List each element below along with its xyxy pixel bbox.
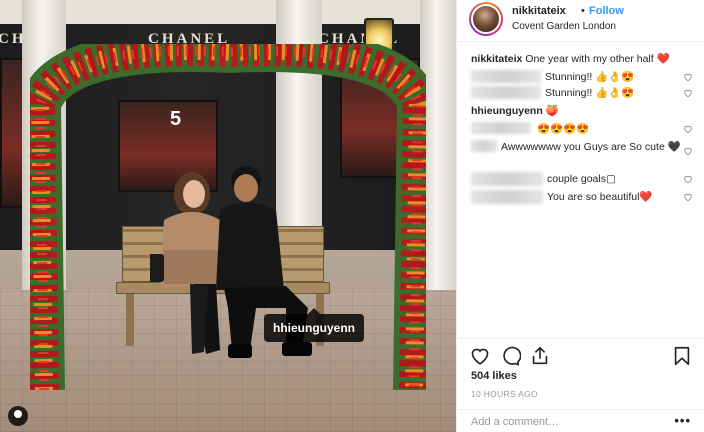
comment-like-icon[interactable] bbox=[683, 72, 693, 82]
floral-arch bbox=[30, 44, 426, 390]
comment-like-icon[interactable] bbox=[683, 174, 693, 184]
heart-icon[interactable] bbox=[469, 345, 491, 367]
redacted-username bbox=[471, 122, 531, 134]
comment-text: You are so beautiful❤️ bbox=[547, 191, 653, 203]
comment-text: Stunning!! 👍👌😍 bbox=[545, 71, 635, 83]
comment-text: 😍😍😍😍 bbox=[537, 123, 590, 135]
header-separator: • bbox=[581, 5, 585, 17]
caption: nikkitateix One year with my other half … bbox=[471, 52, 697, 66]
post-sidebar: nikkitateix • Follow Covent Garden Londo… bbox=[456, 0, 704, 432]
list-item: Awwwwwww you Guys are So cute 🖤 bbox=[471, 138, 697, 172]
share-icon[interactable] bbox=[529, 345, 551, 367]
list-item: Stunning!! 👍👌😍 bbox=[471, 70, 697, 86]
redacted-username bbox=[471, 70, 541, 83]
header-username[interactable]: nikkitateix bbox=[512, 5, 566, 17]
comment-text: Stunning!! 👍👌😍 bbox=[545, 87, 635, 99]
list-item: hhieunguyenn 🍑 bbox=[471, 104, 697, 122]
follow-button[interactable]: Follow bbox=[589, 5, 624, 17]
comment-like-icon[interactable] bbox=[683, 192, 693, 202]
post-timestamp[interactable]: 10 HOURS AGO bbox=[471, 389, 538, 399]
user-tags-icon[interactable] bbox=[8, 406, 28, 426]
add-comment-bar: ••• bbox=[457, 409, 704, 432]
comment-like-icon[interactable] bbox=[683, 88, 693, 98]
location-link[interactable]: Covent Garden London bbox=[512, 21, 616, 32]
list-item: Stunning!! 👍👌😍 bbox=[471, 86, 697, 104]
comment-text: 🍑 bbox=[545, 105, 559, 117]
redacted-username bbox=[471, 140, 497, 152]
caption-text: One year with my other half ❤️ bbox=[525, 53, 670, 65]
more-options-button[interactable]: ••• bbox=[674, 413, 691, 428]
comment-icon[interactable] bbox=[499, 345, 522, 367]
comment-text: Awwwwwww you Guys are So cute 🖤 bbox=[501, 141, 681, 153]
avatar[interactable] bbox=[471, 4, 501, 34]
comment-input[interactable] bbox=[471, 414, 661, 430]
post-header: nikkitateix • Follow Covent Garden Londo… bbox=[457, 0, 704, 42]
comment-username[interactable]: hhieunguyenn bbox=[471, 105, 543, 117]
comment-like-icon[interactable] bbox=[683, 146, 693, 156]
redacted-username bbox=[471, 172, 543, 186]
redacted-username bbox=[471, 86, 541, 99]
avatar-ring[interactable] bbox=[469, 2, 503, 36]
comment-like-icon[interactable] bbox=[683, 124, 693, 134]
user-tag-label[interactable]: hhieunguyenn bbox=[264, 308, 364, 342]
comment-text: couple goals▢ bbox=[547, 173, 616, 185]
post-actions: 504 likes 10 HOURS AGO ••• bbox=[457, 338, 704, 432]
list-item: 😍😍😍😍 bbox=[471, 122, 697, 138]
post-photo[interactable]: CHAN CHANEL CHANEL 5 bbox=[0, 0, 456, 432]
list-item: couple goals▢ bbox=[471, 172, 697, 190]
comments-list: nikkitateix One year with my other half … bbox=[471, 52, 697, 208]
likes-count[interactable]: 504 likes bbox=[471, 370, 517, 382]
caption-username[interactable]: nikkitateix bbox=[471, 53, 522, 65]
bookmark-icon[interactable] bbox=[671, 345, 693, 367]
list-item: You are so beautiful❤️ bbox=[471, 190, 697, 208]
redacted-username bbox=[471, 190, 543, 204]
